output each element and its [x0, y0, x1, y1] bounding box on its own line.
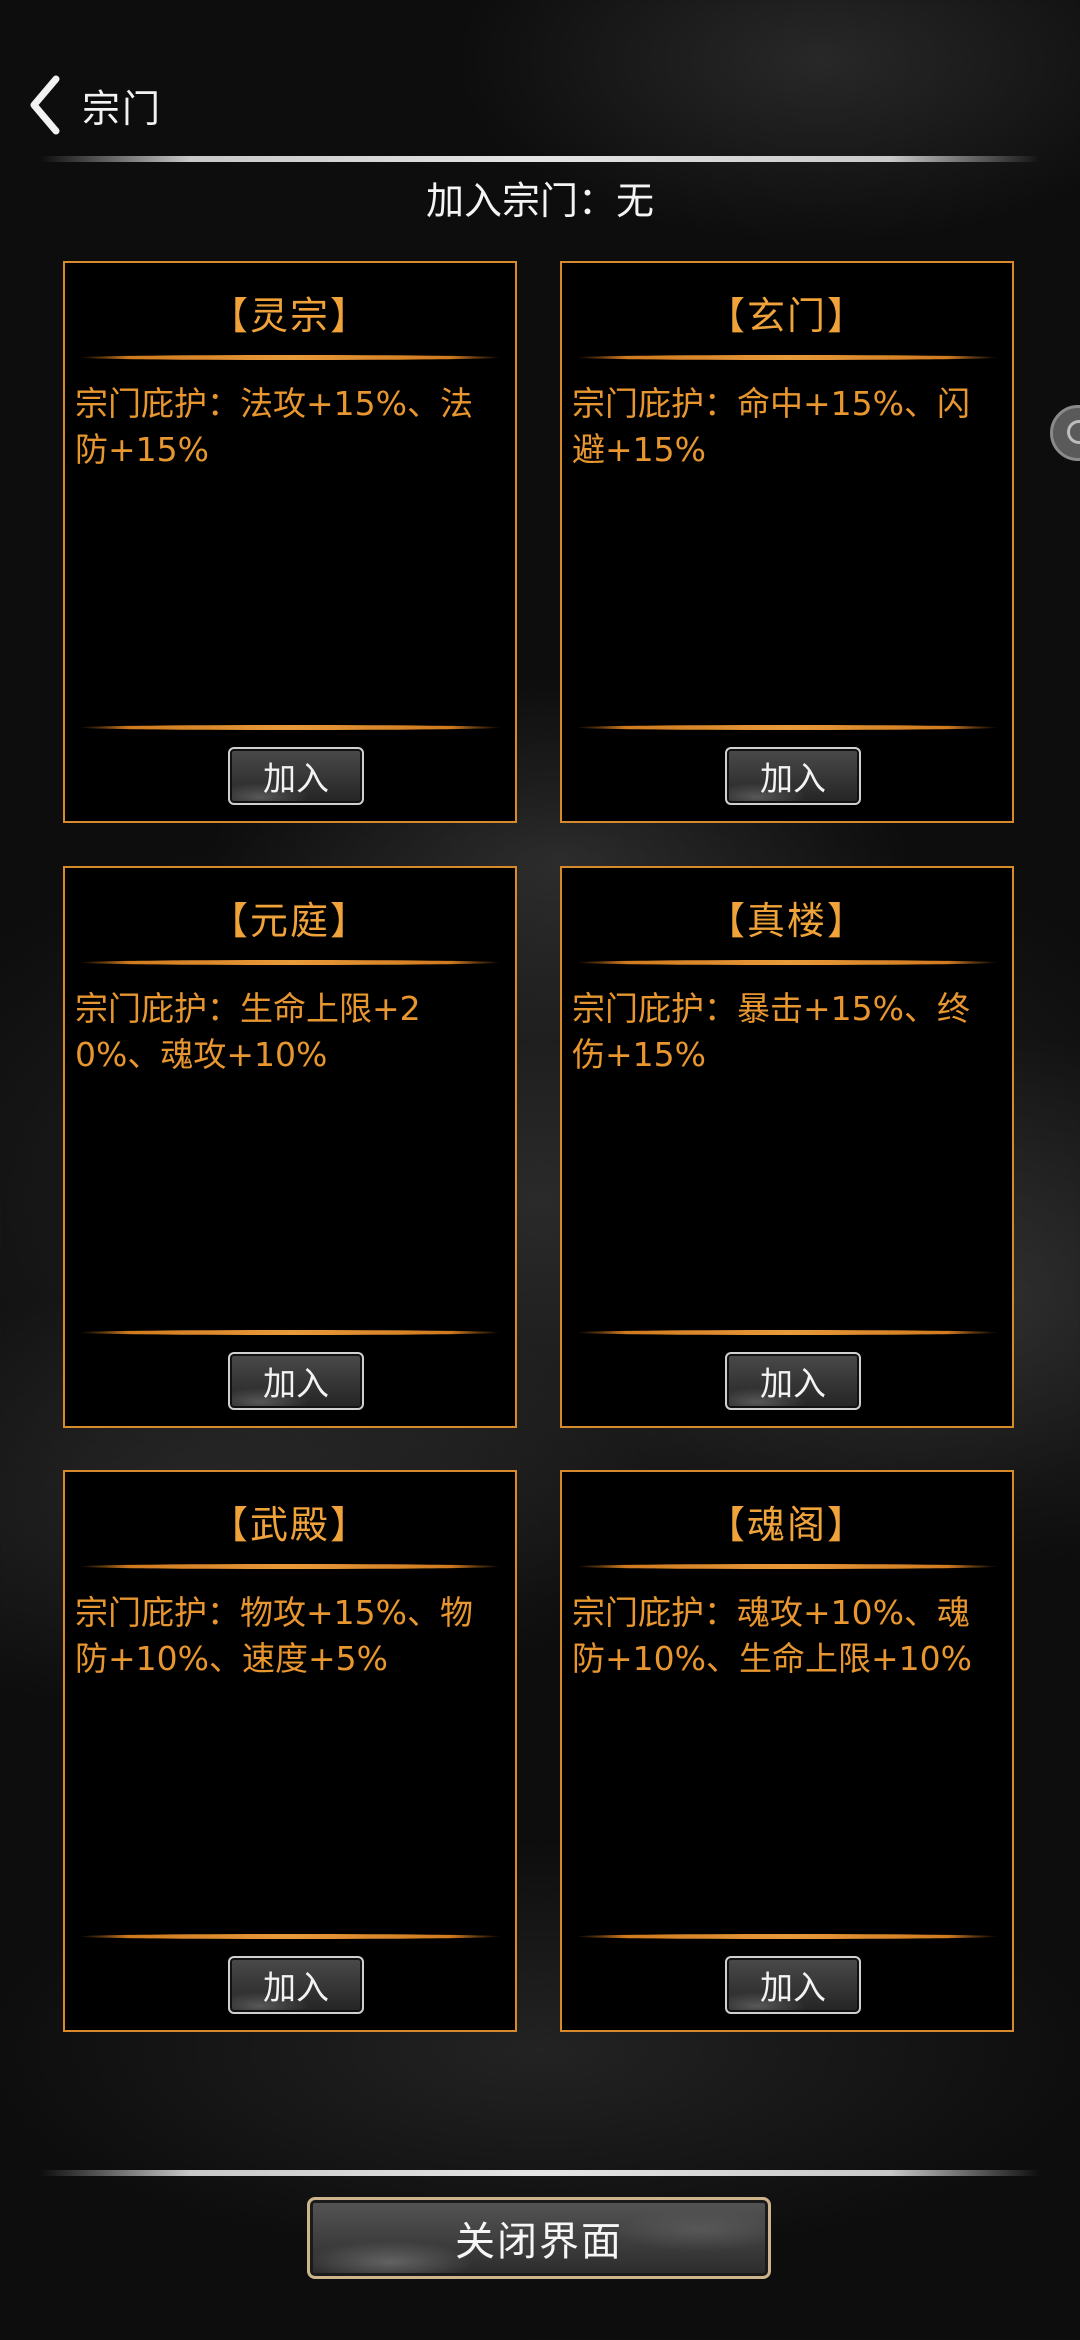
bottom-divider [576, 1330, 998, 1335]
header: 宗门 [0, 0, 1080, 160]
close-interface-button[interactable]: 关闭界面 [307, 2197, 771, 2279]
join-button[interactable]: 加入 [725, 747, 861, 805]
sect-name: 【真楼】 [706, 899, 867, 943]
sect-description: 宗门庇护：暴击+15%、终伤+15% [572, 989, 970, 1074]
sect-card-zhenlou: 【真楼】 宗门庇护：暴击+15%、终伤+15% 加入 [560, 866, 1014, 1428]
sect-card-xuanmen: 【玄门】 宗门庇护：命中+15%、闪避+15% 加入 [560, 261, 1014, 823]
sect-name: 【魂阁】 [706, 1503, 867, 1547]
sect-name: 【元庭】 [209, 899, 370, 943]
sect-card-lingzong: 【灵宗】 宗门庇护：法攻+15%、法防+15% 加入 [63, 261, 517, 823]
sect-description: 宗门庇护：物攻+15%、物防+10%、速度+5% [75, 1593, 473, 1678]
join-button[interactable]: 加入 [228, 1352, 364, 1410]
bottom-divider [79, 1330, 501, 1335]
join-status-text: 加入宗门：无 [425, 179, 654, 223]
bottom-divider [576, 725, 998, 730]
join-button[interactable]: 加入 [228, 747, 364, 805]
bottom-divider [79, 725, 501, 730]
circle-icon [1067, 420, 1080, 444]
sect-description: 宗门庇护：命中+15%、闪避+15% [572, 384, 970, 469]
top-divider [40, 156, 1040, 162]
bottom-divider [79, 1934, 501, 1939]
title-divider [79, 1564, 501, 1569]
sect-name: 【灵宗】 [209, 294, 370, 338]
sect-name: 【玄门】 [706, 294, 867, 338]
bottom-divider [576, 1934, 998, 1939]
sect-description: 宗门庇护：法攻+15%、法防+15% [75, 384, 473, 469]
title-divider [79, 355, 501, 360]
chevron-left-icon [30, 75, 60, 135]
page-title: 宗门 [82, 86, 163, 131]
title-divider [576, 355, 998, 360]
sect-description: 宗门庇护：魂攻+10%、魂防+10%、生命上限+10% [572, 1593, 972, 1678]
title-divider [576, 960, 998, 965]
sect-name: 【武殿】 [209, 1503, 370, 1547]
back-button[interactable]: 宗门 [28, 70, 178, 140]
title-divider [576, 1564, 998, 1569]
bottom-divider-line [40, 2170, 1040, 2176]
join-button[interactable]: 加入 [725, 1352, 861, 1410]
join-button[interactable]: 加入 [228, 1956, 364, 2014]
title-divider [79, 960, 501, 965]
sect-card-wudian: 【武殿】 宗门庇护：物攻+15%、物防+10%、速度+5% 加入 [63, 1470, 517, 2032]
sect-card-hunge: 【魂阁】 宗门庇护：魂攻+10%、魂防+10%、生命上限+10% 加入 [560, 1470, 1014, 2032]
join-button[interactable]: 加入 [725, 1956, 861, 2014]
sect-description: 宗门庇护：生命上限+20%、魂攻+10% [75, 989, 421, 1074]
sect-card-yuanting: 【元庭】 宗门庇护：生命上限+20%、魂攻+10% 加入 [63, 866, 517, 1428]
floating-side-tab[interactable] [1050, 405, 1080, 461]
